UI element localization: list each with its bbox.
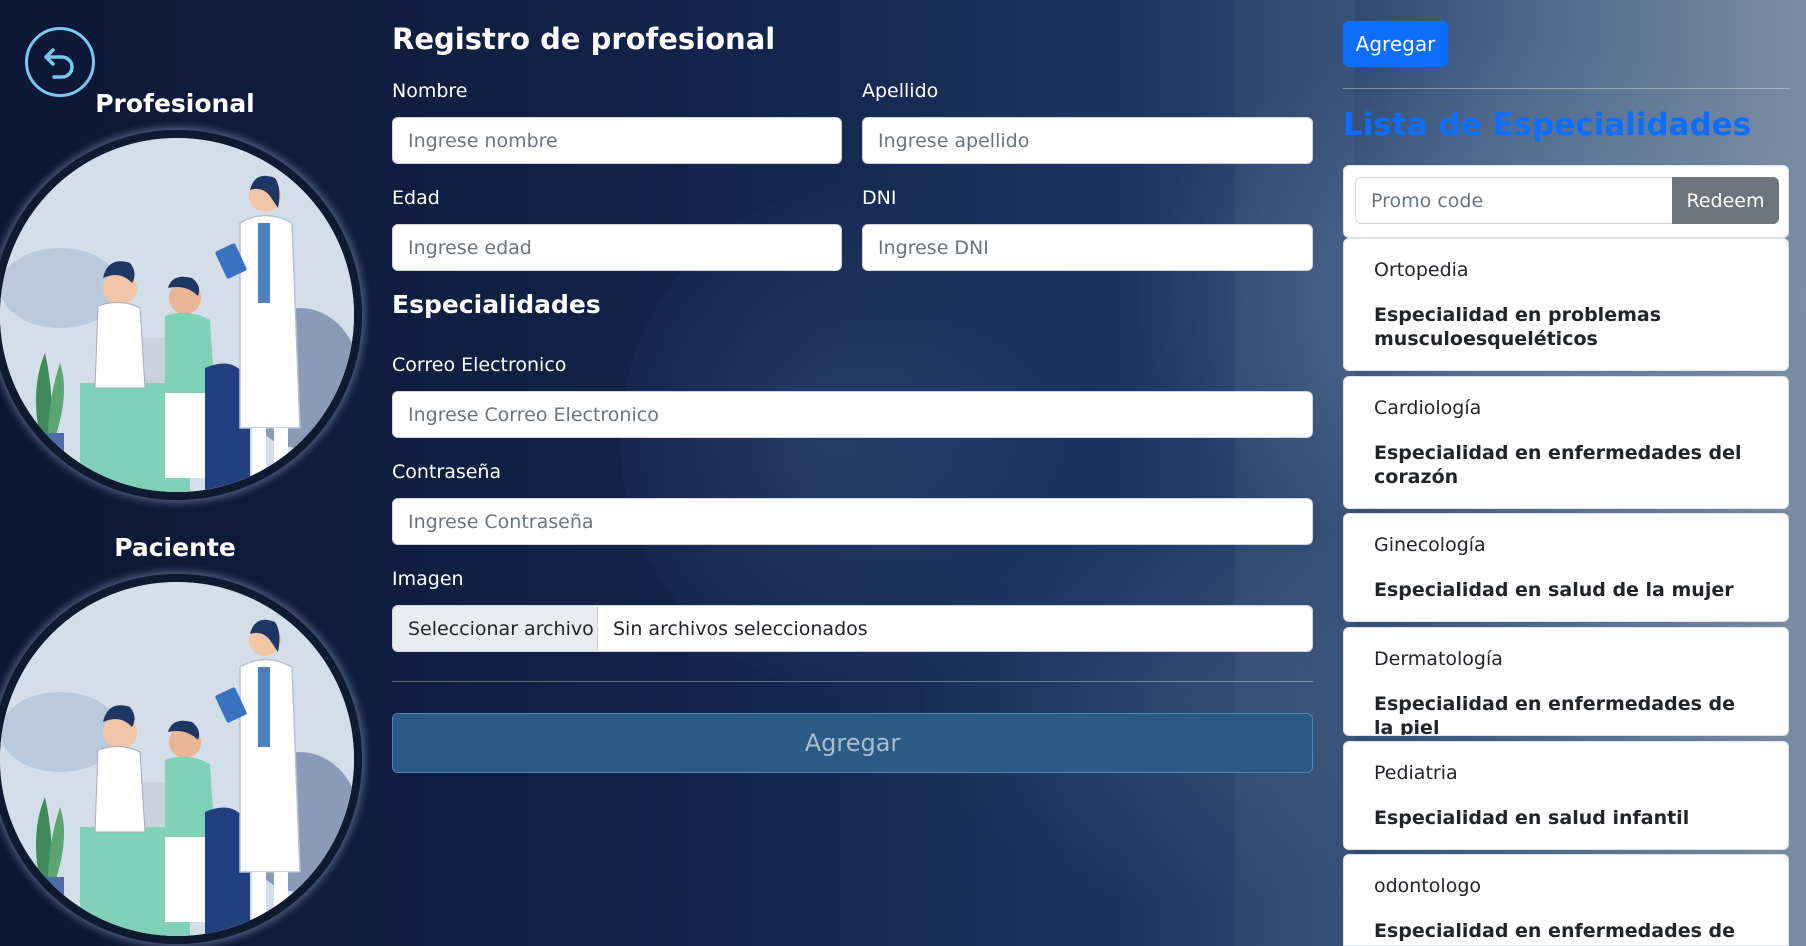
specialty-description: Especialidad en enfermedades de los bbox=[1374, 920, 1735, 945]
specialty-name: Cardiología bbox=[1374, 397, 1482, 419]
imagen-file-input[interactable]: Seleccionar archivo Sin archivos selecci… bbox=[392, 605, 1313, 652]
nombre-label: Nombre bbox=[392, 80, 468, 102]
promo-box: Redeem bbox=[1343, 165, 1789, 238]
profesional-title: Profesional bbox=[95, 89, 255, 118]
specialty-description: Especialidad en problemas musculoesquelé… bbox=[1374, 304, 1662, 350]
select-file-button[interactable]: Seleccionar archivo bbox=[393, 606, 598, 651]
specialty-card[interactable]: Dermatología Especialidad en enfermedade… bbox=[1343, 627, 1789, 736]
specialty-card[interactable]: odontologo Especialidad en enfermedades … bbox=[1343, 854, 1789, 946]
promo-code-input[interactable] bbox=[1355, 177, 1672, 224]
correo-label: Correo Electronico bbox=[392, 354, 567, 376]
form-title: Registro de profesional bbox=[392, 22, 776, 56]
imagen-label: Imagen bbox=[392, 568, 464, 590]
dni-label: DNI bbox=[862, 187, 897, 209]
specialty-card[interactable]: Ginecología Especialidad en salud de la … bbox=[1343, 513, 1789, 622]
submit-button[interactable]: Agregar bbox=[392, 713, 1313, 773]
specialties-list-title: Lista de Especialidades bbox=[1343, 107, 1752, 143]
apellido-label: Apellido bbox=[862, 80, 939, 102]
correo-input[interactable] bbox=[392, 391, 1313, 438]
specialty-name: odontologo bbox=[1374, 875, 1482, 897]
specialty-card[interactable]: Pediatria Especialidad en salud infantil bbox=[1343, 741, 1789, 850]
paciente-title: Paciente bbox=[114, 533, 236, 562]
right-divider bbox=[1343, 88, 1789, 89]
specialty-name: Pediatria bbox=[1374, 762, 1458, 784]
redeem-button[interactable]: Redeem bbox=[1672, 177, 1779, 224]
doctors-illustration bbox=[0, 582, 354, 936]
dni-input[interactable] bbox=[862, 224, 1313, 271]
edad-input[interactable] bbox=[392, 224, 842, 271]
file-status-text: Sin archivos seleccionados bbox=[613, 617, 868, 640]
specialty-card[interactable]: Cardiología Especialidad en enfermedades… bbox=[1343, 376, 1789, 509]
back-button[interactable] bbox=[25, 27, 95, 97]
specialty-description: Especialidad en enfermedades de la piel bbox=[1374, 693, 1735, 736]
undo-arrow-icon bbox=[44, 48, 74, 79]
form-divider bbox=[392, 681, 1313, 682]
add-specialty-button[interactable]: Agregar bbox=[1343, 21, 1448, 67]
specialty-card[interactable]: Ortopedia Especialidad en problemas musc… bbox=[1343, 238, 1789, 371]
nombre-input[interactable] bbox=[392, 117, 842, 164]
apellido-input[interactable] bbox=[862, 117, 1313, 164]
specialty-description: Especialidad en salud de la mujer bbox=[1374, 579, 1734, 601]
specialty-name: Ginecología bbox=[1374, 534, 1486, 556]
specialty-description: Especialidad en salud infantil bbox=[1374, 807, 1690, 829]
contrasena-input[interactable] bbox=[392, 498, 1313, 545]
specialty-description: Especialidad en enfermedades del corazón bbox=[1374, 442, 1742, 488]
profesional-avatar[interactable] bbox=[0, 130, 362, 500]
doctors-illustration bbox=[0, 138, 354, 492]
specialty-name: Ortopedia bbox=[1374, 259, 1469, 281]
contrasena-label: Contraseña bbox=[392, 461, 502, 483]
paciente-avatar[interactable] bbox=[0, 574, 362, 944]
edad-label: Edad bbox=[392, 187, 440, 209]
especialidades-title: Especialidades bbox=[392, 290, 601, 319]
specialty-name: Dermatología bbox=[1374, 648, 1503, 670]
